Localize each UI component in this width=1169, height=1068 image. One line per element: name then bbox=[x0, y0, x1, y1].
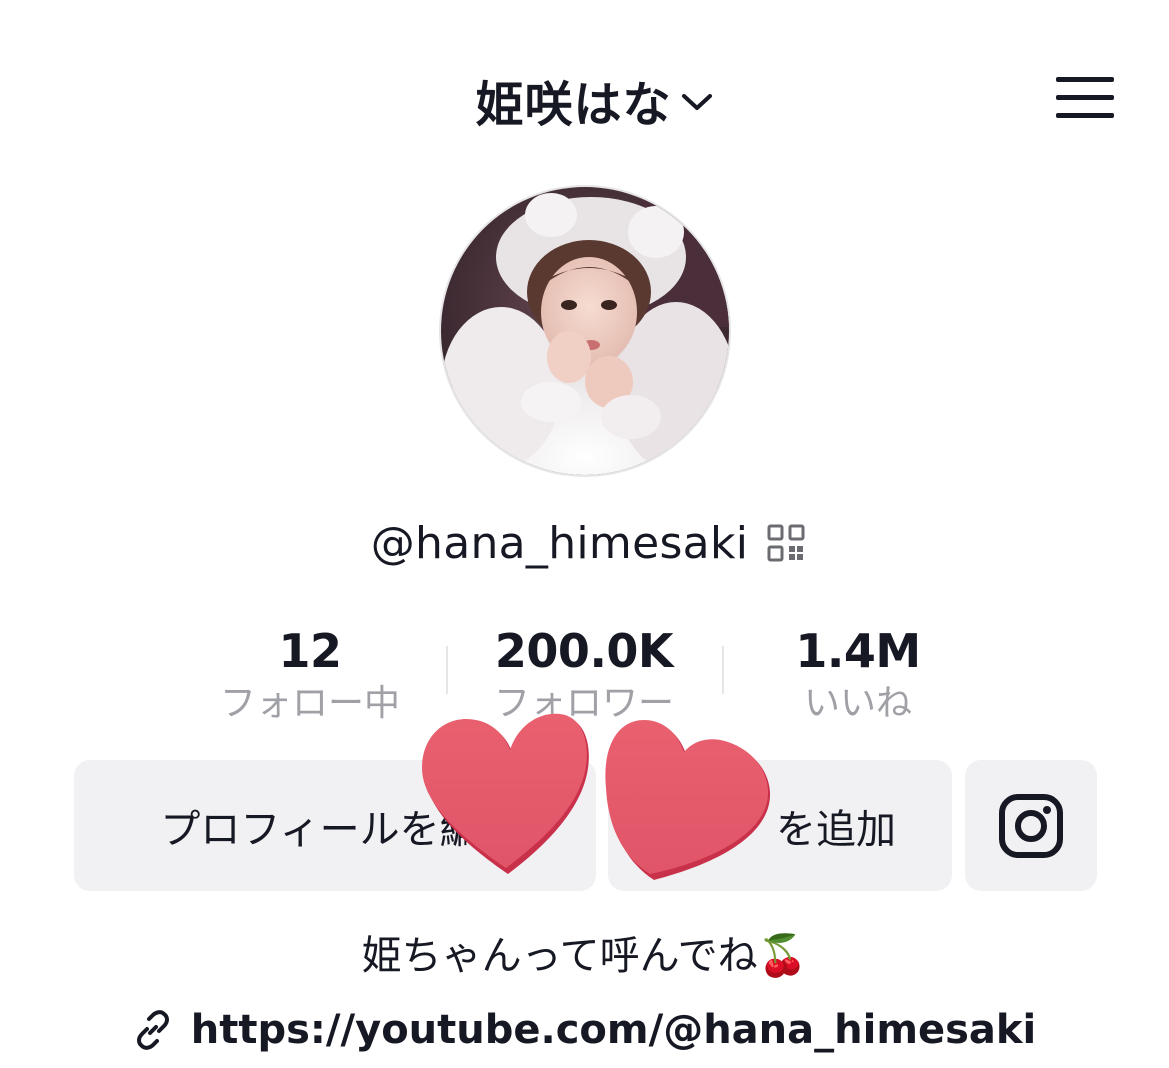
avatar[interactable] bbox=[441, 187, 729, 475]
followers-count: 200.0K bbox=[494, 624, 674, 678]
instagram-icon bbox=[999, 793, 1063, 858]
followers-label: フォロワー bbox=[493, 683, 674, 724]
bio-link[interactable]: https://youtube.com/@hana_himesaki bbox=[0, 1000, 1169, 1060]
edit-profile-button[interactable]: プロフィールを編 bbox=[74, 760, 596, 891]
username: @hana_himesaki bbox=[370, 517, 749, 569]
qr-code-icon[interactable] bbox=[766, 523, 806, 563]
stat-likes[interactable]: 1.4M いいね bbox=[758, 622, 958, 728]
username-row: @hana_himesaki bbox=[0, 510, 1169, 576]
bio-link-text[interactable]: https://youtube.com/@hana_himesaki bbox=[191, 1007, 1037, 1053]
account-switcher[interactable]: 姫咲はな bbox=[0, 62, 1169, 138]
instagram-button[interactable] bbox=[965, 760, 1097, 891]
link-icon bbox=[136, 1010, 169, 1050]
edit-profile-label: プロフィールを編 bbox=[160, 806, 480, 853]
stat-followers[interactable]: 200.0K フォロワー bbox=[468, 622, 700, 728]
profile-display-name: 姫咲はな bbox=[475, 77, 672, 133]
following-count: 12 bbox=[278, 624, 342, 678]
following-label: フォロー中 bbox=[219, 683, 400, 724]
profile-screen: 姫咲はな @hana_himesaki 12 フォロー中 200.0K フォロワ… bbox=[0, 0, 1169, 1068]
likes-count: 1.4M bbox=[795, 624, 921, 678]
stat-divider bbox=[446, 646, 448, 694]
add-friend-label: を追加 bbox=[776, 806, 896, 853]
add-friend-button[interactable]: を追加 bbox=[608, 760, 952, 891]
chevron-down-icon bbox=[681, 94, 712, 110]
bio-text: 姫ちゃんって呼んでね🍒 bbox=[361, 933, 808, 979]
stat-divider bbox=[722, 646, 724, 694]
profile-photo bbox=[441, 187, 729, 475]
hamburger-menu-icon[interactable] bbox=[1054, 74, 1116, 122]
likes-label: いいね bbox=[803, 683, 912, 724]
stat-following[interactable]: 12 フォロー中 bbox=[200, 622, 420, 728]
